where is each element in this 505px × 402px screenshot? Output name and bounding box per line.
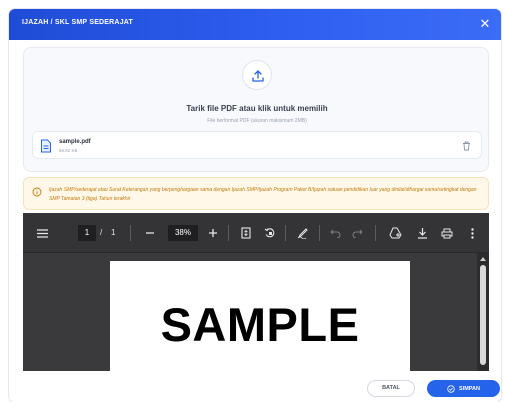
close-icon: ✕ [479, 16, 491, 31]
upload-modal: IJAZAH / SKL SMP SEDERAJAT ✕ Tarik file … [9, 9, 501, 402]
dropzone-hint: File berformat PDF (ukuran maksimum 2MB) [207, 118, 307, 124]
pdf-page: SAMPLE [110, 261, 410, 371]
pdf-page-text: SAMPLE [160, 298, 360, 351]
download-icon [417, 228, 427, 239]
rotate-button[interactable] [263, 226, 277, 240]
plus-icon [209, 229, 217, 237]
trash-icon[interactable] [462, 141, 471, 151]
minus-icon [146, 232, 154, 234]
save-to-drive-button[interactable] [387, 226, 403, 240]
toolbar-divider [130, 225, 131, 241]
scroll-up-arrow-icon[interactable] [480, 257, 486, 261]
file-size: 66.82 KB [59, 148, 78, 153]
menu-icon [36, 228, 48, 238]
print-icon [441, 228, 453, 238]
file-name: sample.pdf [59, 139, 91, 145]
notice-text: Ijazah SMP/sederajat atau Surat Keterang… [49, 187, 477, 202]
dropzone-title: Tarik file PDF atau klik untuk memilih [186, 104, 328, 113]
annotate-button[interactable] [296, 226, 310, 240]
modal-header: IJAZAH / SKL SMP SEDERAJAT ✕ [9, 9, 501, 40]
modal-title: IJAZAH / SKL SMP SEDERAJAT [22, 19, 133, 26]
zoom-in-button[interactable] [206, 226, 220, 240]
fit-page-button[interactable] [239, 226, 253, 240]
requirement-notice: Ijazah SMP/sederajat atau Surat Keterang… [23, 177, 489, 210]
rotate-icon [264, 228, 275, 238]
viewer-scrollbar[interactable] [477, 253, 489, 371]
redo-button[interactable] [350, 226, 364, 240]
print-button[interactable] [440, 226, 454, 240]
pdf-toolbar: 1 / 1 38% [23, 213, 489, 253]
more-options-button[interactable] [467, 226, 477, 240]
toolbar-divider [319, 225, 320, 241]
dropzone[interactable]: Tarik file PDF atau klik untuk memilih F… [23, 47, 489, 172]
toolbar-divider [228, 225, 229, 241]
document-icon [41, 139, 51, 153]
more-vertical-icon [470, 227, 474, 239]
zoom-level-input[interactable]: 38% [168, 225, 198, 241]
save-label: SIMPAN [459, 385, 480, 392]
upload-icon [252, 70, 264, 82]
redo-icon [352, 229, 363, 238]
sidebar-menu-button[interactable] [35, 226, 49, 240]
info-icon [32, 187, 42, 197]
download-button[interactable] [415, 226, 429, 240]
page-total: 1 [111, 228, 116, 237]
cancel-button[interactable]: BATAL [367, 380, 415, 397]
page-number-input[interactable]: 1 [78, 225, 96, 241]
toolbar-divider [285, 225, 286, 241]
undo-icon [329, 229, 340, 238]
scroll-thumb[interactable] [480, 265, 486, 365]
drive-add-icon [388, 227, 402, 239]
check-circle-icon [447, 384, 455, 393]
save-button[interactable]: SIMPAN [427, 380, 500, 397]
toolbar-divider [375, 225, 376, 241]
zoom-out-button[interactable] [143, 226, 157, 240]
fit-page-icon [241, 227, 251, 239]
pdf-viewer: 1 / 1 38% SAMPLE [23, 213, 489, 371]
uploaded-file-card: sample.pdf 66.82 KB [32, 131, 482, 159]
close-button[interactable]: ✕ [477, 16, 493, 32]
upload-button[interactable] [242, 60, 272, 90]
undo-button[interactable] [328, 226, 342, 240]
draw-icon [297, 228, 308, 239]
page-separator: / [100, 228, 103, 237]
